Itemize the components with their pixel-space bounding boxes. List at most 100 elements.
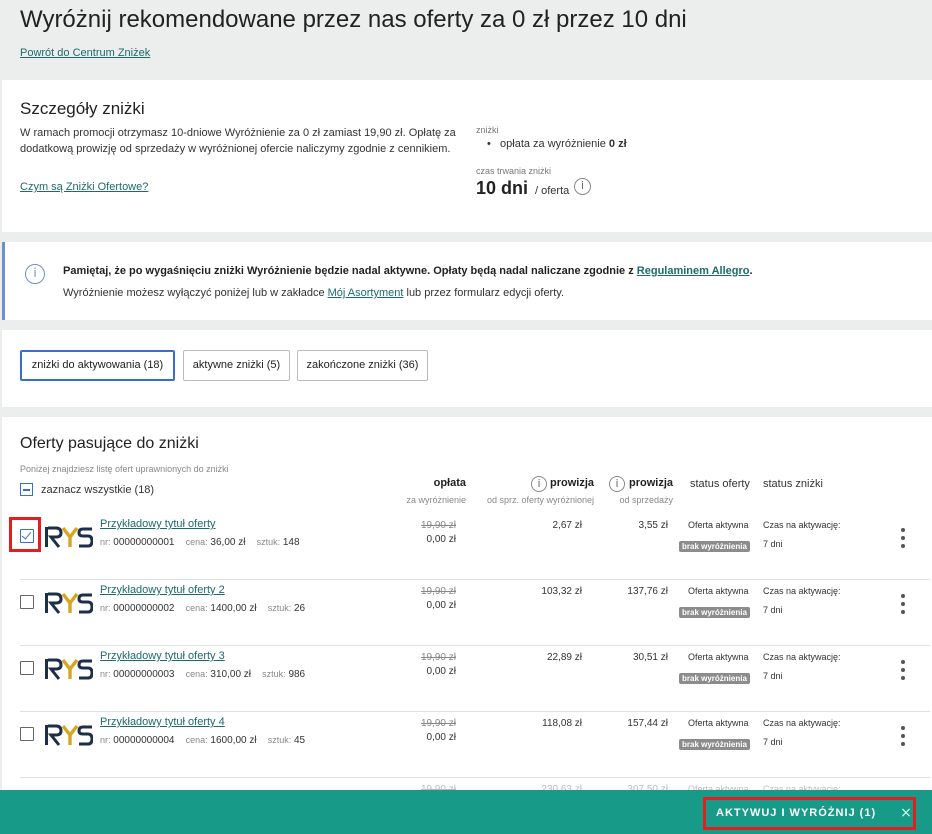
- offer-qty: 45: [294, 735, 306, 746]
- discount-item-value: 0 zł: [608, 138, 627, 150]
- more-options-icon[interactable]: [895, 592, 911, 616]
- discount-days: 7 dni: [763, 539, 783, 549]
- select-all-label: zaznacz wszystkie (18): [41, 483, 155, 496]
- close-icon[interactable]: ×: [899, 806, 913, 820]
- offer-price: 36,00 zł: [210, 537, 246, 548]
- offers-subtitle: Poniżej znajdziesz listę ofert uprawnion…: [20, 464, 229, 474]
- col-commission-featured-sub: od sprz. oferty wyróżnionej: [486, 495, 594, 505]
- activate-and-feature-button[interactable]: AKTYWUJ I WYRÓŻNIJ (1): [703, 797, 916, 830]
- notice-line-1-end: .: [749, 265, 753, 277]
- offer-status: Oferta aktywna: [688, 586, 749, 596]
- discounts-label: zniżki: [476, 125, 499, 135]
- rys-logo-icon: [45, 724, 94, 746]
- notice-line-1-text: Pamiętaj, że po wygaśnięciu zniżki Wyróż…: [63, 265, 634, 277]
- rys-logo-icon: [45, 526, 94, 548]
- discount-days: 7 dni: [763, 737, 783, 747]
- col-offer-status: status oferty: [690, 478, 750, 490]
- info-notice: i Pamiętaj, że po wygaśnięciu zniżki Wyr…: [2, 242, 932, 320]
- offer-qty-label: sztuk:: [267, 603, 292, 613]
- offer-qty-label: sztuk:: [256, 537, 281, 547]
- duration-label: czas trwania zniżki: [476, 166, 552, 176]
- col-commission-sales-sub: od sprzedaży: [619, 495, 673, 505]
- offers-heading: Oferty pasujące do zniżki: [20, 435, 199, 452]
- more-options-icon[interactable]: [895, 526, 911, 550]
- duration-info-icon[interactable]: i: [574, 178, 591, 195]
- discount-status: Czas na aktywację:: [763, 520, 841, 530]
- discount-item-label: opłata za wyróżnienie: [500, 138, 606, 150]
- offer-qty-label: sztuk:: [267, 735, 292, 745]
- commission-sales-value: 137,76 zł: [627, 586, 668, 597]
- offer-nr: 00000000003: [113, 669, 175, 680]
- offer-meta: nr: 00000000002 cena: 1400,00 zł sztuk: …: [100, 603, 305, 614]
- indeterminate-checkbox-icon[interactable]: [20, 483, 33, 496]
- tab-active-discounts[interactable]: aktywne zniżki (5): [183, 350, 290, 381]
- page-title: Wyróżnij rekomendowane przez nas oferty …: [20, 6, 687, 33]
- offer-checkbox[interactable]: [20, 595, 34, 609]
- tab-to-activate[interactable]: zniżki do aktywowania (18): [20, 350, 175, 381]
- col-commission-sales: prowizja: [628, 477, 673, 489]
- offer-row: Przykładowy tytuł oferty 3 nr: 000000000…: [2, 646, 932, 712]
- commission-sales-value: 157,44 zł: [627, 718, 668, 729]
- offer-nr: 00000000002: [113, 603, 175, 614]
- page-header: Wyróżnij rekomendowane przez nas oferty …: [0, 0, 932, 80]
- my-assortment-link[interactable]: Mój Asortyment: [328, 287, 404, 299]
- discount-status: Czas na aktywację:: [763, 718, 841, 728]
- commission-sales-info-icon[interactable]: i: [609, 476, 625, 492]
- offer-qty: 986: [288, 669, 306, 680]
- discount-item: • opłata za wyróżnienie 0 zł: [487, 138, 627, 150]
- discount-status: Czas na aktywację:: [763, 586, 841, 596]
- select-all-checkbox[interactable]: zaznacz wszystkie (18): [20, 483, 154, 496]
- commission-featured-value: 103,32 zł: [541, 586, 582, 597]
- col-discount-status: status zniżki: [763, 478, 823, 490]
- offer-status: Oferta aktywna: [688, 520, 749, 530]
- more-options-icon[interactable]: [895, 658, 911, 682]
- offer-price: 1600,00 zł: [210, 735, 257, 746]
- old-fee: 19,90 zł: [420, 652, 456, 663]
- offer-title-link[interactable]: Przykładowy tytuł oferty 3: [100, 650, 225, 662]
- offer-checkbox[interactable]: [20, 661, 34, 675]
- status-badge: brak wyróżnienia: [679, 541, 750, 552]
- offer-row: Przykładowy tytuł oferty 4 nr: 000000000…: [2, 712, 932, 778]
- offer-title-link[interactable]: Przykładowy tytuł oferty 4: [100, 716, 225, 728]
- what-are-discounts-link[interactable]: Czym są Zniżki Ofertowe?: [20, 181, 148, 193]
- offer-logo: [45, 592, 94, 614]
- offer-checkbox[interactable]: [20, 727, 34, 741]
- offer-nr-label: nr:: [100, 537, 111, 547]
- terms-link[interactable]: Regulaminem Allegro: [637, 265, 750, 277]
- details-heading: Szczegóły zniżki: [20, 99, 145, 118]
- new-fee: 0,00 zł: [426, 600, 456, 611]
- commission-featured-info-icon[interactable]: i: [531, 476, 547, 492]
- checkbox-highlight: [9, 517, 41, 552]
- rys-logo-icon: [45, 658, 94, 680]
- offer-price-label: cena:: [185, 603, 208, 613]
- status-badge: brak wyróżnienia: [679, 607, 750, 618]
- info-icon: i: [25, 264, 45, 284]
- offer-row: Przykładowy tytuł oferty nr: 00000000001…: [2, 514, 932, 580]
- discount-tabs: zniżki do aktywowania (18) aktywne zniżk…: [2, 330, 932, 407]
- notice-line-2-text-b: lub przez formularz edycji oferty.: [406, 287, 565, 299]
- back-link[interactable]: Powrót do Centrum Zniżek: [20, 47, 150, 59]
- more-options-icon[interactable]: [895, 724, 911, 748]
- new-fee: 0,00 zł: [426, 534, 456, 545]
- col-commission-featured: prowizja: [549, 477, 594, 489]
- notice-line-1: Pamiętaj, że po wygaśnięciu zniżki Wyróż…: [63, 265, 753, 277]
- offer-price: 310,00 zł: [210, 669, 252, 680]
- bullet-icon: •: [487, 138, 491, 150]
- old-fee: 19,90 zł: [420, 520, 456, 531]
- offer-title-link[interactable]: Przykładowy tytuł oferty 2: [100, 584, 225, 596]
- offer-status: Oferta aktywna: [688, 652, 749, 662]
- offer-nr-label: nr:: [100, 603, 111, 613]
- offer-status: Oferta aktywna: [688, 718, 749, 728]
- commission-featured-value: 22,89 zł: [546, 652, 582, 663]
- offer-logo: [45, 724, 94, 746]
- offer-logo: [45, 526, 94, 548]
- details-description: W ramach promocji otrzymasz 10-dniowe Wy…: [20, 127, 456, 155]
- discount-details-card: Szczegóły zniżki W ramach promocji otrzy…: [2, 80, 932, 232]
- offers-card: Oferty pasujące do zniżki Poniżej znajdz…: [2, 417, 932, 834]
- offer-nr: 00000000001: [113, 537, 175, 548]
- offer-title-link[interactable]: Przykładowy tytuł oferty: [100, 518, 216, 530]
- offer-row: Przykładowy tytuł oferty 2 nr: 000000000…: [2, 580, 932, 646]
- tab-finished-discounts[interactable]: zakończone zniżki (36): [297, 350, 428, 381]
- offer-meta: nr: 00000000001 cena: 36,00 zł sztuk: 14…: [100, 537, 300, 548]
- rys-logo-icon: [45, 592, 94, 614]
